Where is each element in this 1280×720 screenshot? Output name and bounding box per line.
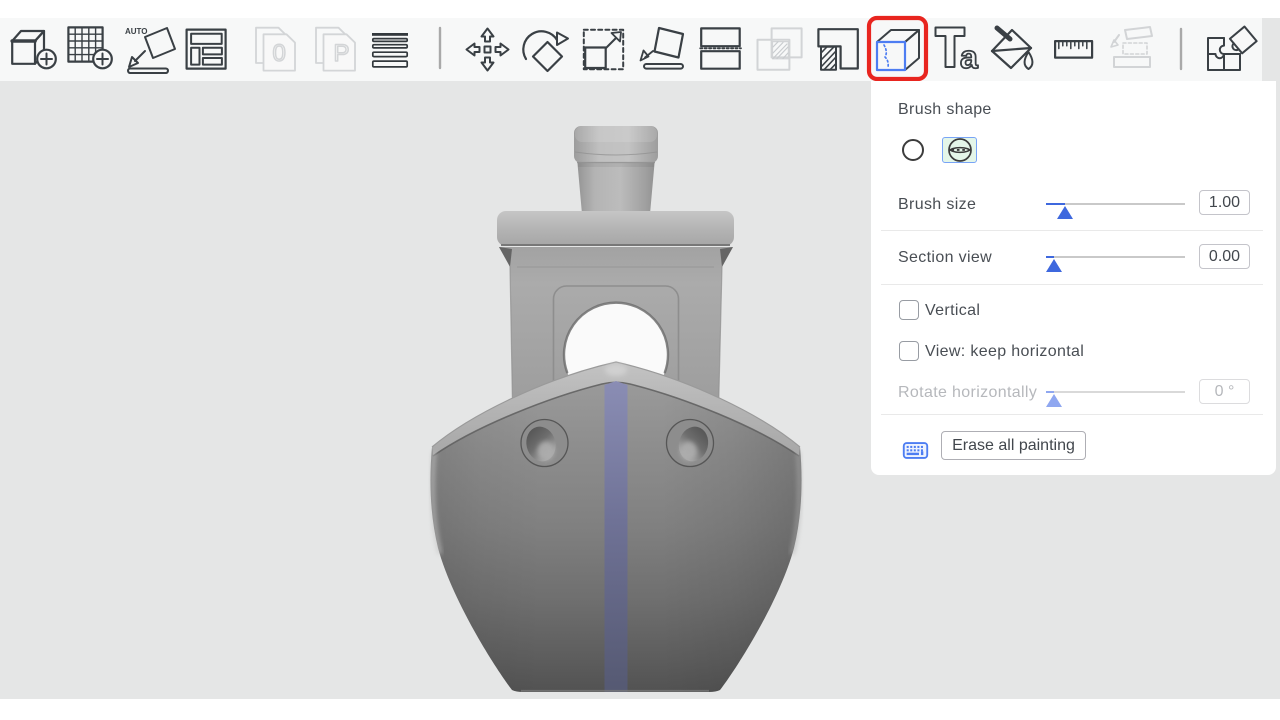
svg-text:P: P (334, 40, 350, 67)
svg-text:0: 0 (273, 40, 286, 67)
svg-text:AUTO: AUTO (125, 27, 148, 36)
svg-text:a: a (960, 39, 978, 75)
